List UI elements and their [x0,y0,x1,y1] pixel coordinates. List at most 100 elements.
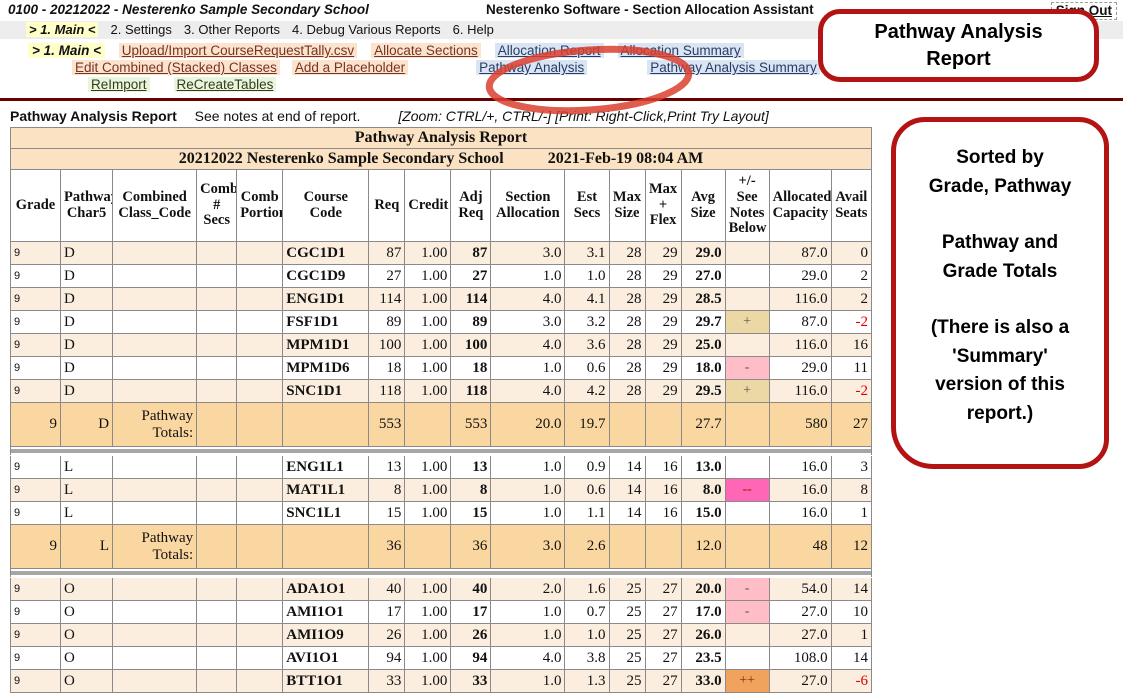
cell-adj-req: 18 [451,357,491,380]
cell-combined-class-code [113,288,197,311]
col-header-course-code: Course Code [283,170,369,242]
cell-section-allocation: 1.0 [491,601,565,624]
cell-comb-portion [237,601,283,624]
menu-item-4-debug-various-reports[interactable]: 4. Debug Various Reports [292,22,441,37]
cell-est-secs: 0.9 [565,456,609,479]
col-header-est-secs: Est Secs [565,170,609,242]
cell-avail-seats: 8 [831,479,871,502]
cell-comb-secs [197,647,237,670]
cell-grade: 9 [11,624,61,647]
cell-allocated-capacity: 87.0 [769,311,831,334]
menu-item-main[interactable]: > 1. Main < [26,22,98,37]
cell-combined-class-code [113,670,197,693]
cell-max-flex: 29 [645,265,681,288]
zoom-print-hint: [Zoom: CTRL/+, CTRL/-] [Print: Right-Cli… [398,108,768,124]
callout-side-line [896,286,1104,314]
cell-allocated-capacity: 116.0 [769,380,831,403]
cell-totals-est-secs: 19.7 [565,403,609,447]
nav-link-add-a-placeholder[interactable]: Add a Placeholder [292,60,408,75]
cell-pathway: O [61,578,113,601]
cell-adj-req: 27 [451,265,491,288]
callout-top-text: Pathway Analysis Report [847,19,1070,73]
table-title: Pathway Analysis Report [11,128,872,149]
cell-avg-size: 26.0 [681,624,725,647]
cell-avail-seats: -6 [831,670,871,693]
cell-comb-secs [197,479,237,502]
cell-max-flex: 16 [645,479,681,502]
course-row-mat1l1: 9LMAT1L181.0081.00.614168.0--16.08 [11,479,872,502]
cell-comb-secs [197,601,237,624]
cell-allocated-capacity: 87.0 [769,242,831,265]
cell-avg-size: 13.0 [681,456,725,479]
report-table-body: 9DCGC1D1871.00873.03.1282929.087.009DCGC… [11,242,872,693]
cell-req: 18 [369,357,405,380]
cell-section-allocation: 3.0 [491,311,565,334]
cell-totals-pathway: D [61,403,113,447]
cell-comb-secs [197,456,237,479]
cell-pathway: O [61,647,113,670]
menu-item-3-other-reports[interactable]: 3. Other Reports [184,22,280,37]
group-separator [11,447,872,456]
cell-avg-size: 27.0 [681,265,725,288]
nav-link-upload-import-courserequesttally-csv[interactable]: Upload/Import CourseRequestTally.csv [119,43,357,58]
cell-req: 114 [369,288,405,311]
cell-max-flex: 27 [645,647,681,670]
cell-max-size: 28 [609,265,645,288]
cell-avg-size: 23.5 [681,647,725,670]
nav-link-pathway-analysis-summary[interactable]: Pathway Analysis Summary [647,60,820,75]
menu-item-2-settings[interactable]: 2. Settings [110,22,171,37]
cell-totals-req: 36 [369,525,405,569]
cell-comb-secs [197,380,237,403]
cell-est-secs: 1.3 [565,670,609,693]
cell-pathway: D [61,334,113,357]
cell-credit: 1.00 [405,456,451,479]
nav-link-reimport[interactable]: ReImport [88,77,150,92]
cell-req: 27 [369,265,405,288]
menu-bar-items: 2. Settings 3. Other Reports 4. Debug Vari… [98,22,493,37]
cell-avg-size: 33.0 [681,670,725,693]
cell-note [725,288,769,311]
cell-grade: 9 [11,242,61,265]
nav-link-allocate-sections[interactable]: Allocate Sections [371,43,481,58]
cell-est-secs: 3.6 [565,334,609,357]
cell-req: 8 [369,479,405,502]
cell-section-allocation: 1.0 [491,670,565,693]
cell-course-code: MPM1D6 [283,357,369,380]
cell-totals-avg-size: 27.7 [681,403,725,447]
nav-link-allocation-report[interactable]: Allocation Report [495,43,604,58]
nav-link-recreatetables[interactable]: ReCreateTables [174,77,277,92]
cell-pathway: D [61,288,113,311]
cell-avail-seats: 2 [831,288,871,311]
cell-grade: 9 [11,670,61,693]
cell-section-allocation: 1.0 [491,357,565,380]
cell-req: 100 [369,334,405,357]
menu-item-6-help[interactable]: 6. Help [453,22,494,37]
cell-avg-size: 29.0 [681,242,725,265]
cell-credit: 1.00 [405,334,451,357]
cell-grade: 9 [11,311,61,334]
course-row-mpm1d1: 9DMPM1D11001.001004.03.6282925.0116.016 [11,334,872,357]
nav-link-allocation-summary[interactable]: Allocation Summary [618,43,744,58]
cell-comb-secs [197,578,237,601]
pathway-totals-row-d: 9DPathway Totals:55355320.019.727.758027 [11,403,872,447]
cell-grade: 9 [11,479,61,502]
cell-avail-seats: 16 [831,334,871,357]
cell-totals-note [725,403,769,447]
cell-totals-allocated-capacity: 580 [769,403,831,447]
cell-pathway: L [61,502,113,525]
cell-course-code: AMI1O9 [283,624,369,647]
cell-comb-secs [197,502,237,525]
nav-link-pathway-analysis[interactable]: Pathway Analysis [476,60,587,75]
course-row-ami1o9: 9OAMI1O9261.00261.01.0252726.027.01 [11,624,872,647]
cell-grade: 9 [11,380,61,403]
cell-pathway: O [61,670,113,693]
cell-comb-portion [237,670,283,693]
cell-est-secs: 0.7 [565,601,609,624]
course-row-cgc1d9: 9DCGC1D9271.00271.01.0282927.029.02 [11,265,872,288]
report-note: See notes at end of report. [195,108,361,124]
nav-link-edit-combined-stacked-classes[interactable]: Edit Combined (Stacked) Classes [72,60,280,75]
cell-comb-secs [197,624,237,647]
cell-totals-label: Pathway Totals: [113,403,197,447]
cell-avail-seats: 14 [831,647,871,670]
cell-max-size: 28 [609,357,645,380]
